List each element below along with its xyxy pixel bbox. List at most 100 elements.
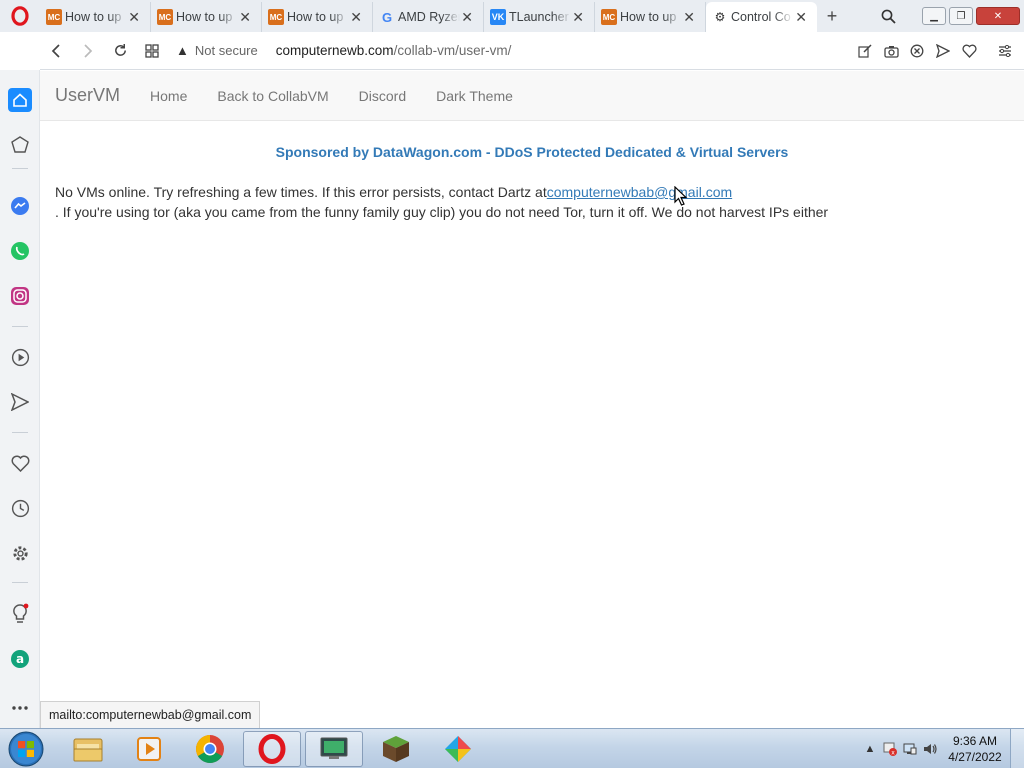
- browser-tab[interactable]: MC How to up ✕: [40, 2, 151, 32]
- tab-title: How to up: [176, 10, 233, 24]
- aria-icon: a: [11, 650, 29, 668]
- tab-strip: MC How to up ✕ MC How to up ✕ MC How to up ✕ G AMD…: [40, 0, 817, 32]
- error-message: No VMs online. Try refreshing a few time…: [55, 182, 1005, 222]
- google-favicon-icon: G: [381, 9, 393, 25]
- sidebar-messenger-button[interactable]: [8, 194, 32, 218]
- maximize-button[interactable]: ❐: [949, 7, 973, 25]
- web-page: UserVM Home Back to CollabVM Discord Dar…: [40, 71, 1024, 728]
- more-dots-icon: [12, 706, 28, 710]
- reload-button[interactable]: [104, 35, 136, 67]
- tab-bar: MC How to up ✕ MC How to up ✕ MC How to up ✕ G AMD…: [0, 0, 1024, 32]
- edit-button[interactable]: [852, 38, 878, 64]
- new-tab-button[interactable]: +: [817, 1, 847, 31]
- sponsor-link[interactable]: Sponsored by DataWagon.com - DDoS Protec…: [40, 144, 1024, 160]
- camera-icon: [883, 45, 899, 58]
- play-icon: [11, 348, 29, 366]
- grid-icon: [145, 43, 159, 58]
- folder-icon: [73, 738, 103, 762]
- sidebar-history-button[interactable]: [8, 496, 32, 520]
- taskbar-explorer-button[interactable]: [59, 731, 117, 767]
- taskbar-clock[interactable]: 9:36 AM 4/27/2022: [940, 733, 1010, 765]
- flow-send-icon: [11, 393, 29, 411]
- nav-link-back-to-collabvm[interactable]: Back to CollabVM: [217, 88, 328, 104]
- security-text: Not secure: [194, 43, 258, 58]
- tab-title: AMD Ryzen: [398, 10, 460, 24]
- sidebar-extensions-button[interactable]: [8, 133, 32, 157]
- contact-email-link[interactable]: computernewbab@gmail.com: [547, 184, 732, 200]
- browser-tab[interactable]: G AMD Ryzen ✕: [373, 2, 484, 32]
- taskbar-opera-button[interactable]: [243, 731, 301, 767]
- sidebar-instagram-button[interactable]: [8, 284, 32, 308]
- url-field[interactable]: computernewb.com/collab-vm/user-vm/: [276, 43, 512, 58]
- bookmark-button[interactable]: [956, 38, 982, 64]
- minecraft-favicon-icon: MC: [46, 9, 62, 25]
- sidebar-home-button[interactable]: [8, 88, 32, 112]
- sidebar-player-button[interactable]: [8, 345, 32, 369]
- browser-tab[interactable]: ⚙ Control Co ✕: [706, 2, 817, 32]
- tab-close-icon[interactable]: ✕: [683, 9, 695, 26]
- block-icon: [910, 44, 924, 58]
- sidebar-settings-button[interactable]: [8, 541, 32, 565]
- mouse-pointer-icon: [674, 186, 688, 206]
- browser-tab[interactable]: VK TLauncher ✕: [484, 2, 595, 32]
- tab-close-icon[interactable]: ✕: [461, 9, 473, 26]
- sidebar-bookmarks-button[interactable]: [8, 451, 32, 475]
- browser-tab[interactable]: MC How to up ✕: [262, 2, 373, 32]
- tab-close-icon[interactable]: ✕: [350, 9, 362, 26]
- taskbar-vm-button[interactable]: [305, 731, 363, 767]
- opera-logo-icon: [11, 6, 29, 26]
- nav-link-home[interactable]: Home: [150, 88, 187, 104]
- minimize-icon: ▁: [930, 10, 938, 22]
- messenger-icon: [11, 197, 29, 215]
- cube-icon: [11, 136, 29, 153]
- heart-outline-icon: [11, 454, 29, 472]
- sidebar-my-flow-button[interactable]: [8, 390, 32, 414]
- tab-close-icon[interactable]: ✕: [128, 9, 140, 26]
- speaker-icon: [924, 744, 937, 754]
- show-hidden-icons-button[interactable]: ▲: [860, 743, 880, 755]
- sidebar-more-button[interactable]: [8, 696, 32, 720]
- tab-close-icon[interactable]: ✕: [239, 9, 251, 26]
- sidebar-whatsapp-button[interactable]: [8, 239, 32, 263]
- send-button[interactable]: [930, 38, 956, 64]
- tab-close-icon[interactable]: ✕: [795, 9, 807, 26]
- window-close-button[interactable]: ✕: [976, 7, 1020, 25]
- network-button[interactable]: [900, 741, 920, 757]
- tab-close-icon[interactable]: ✕: [572, 9, 584, 26]
- tor-notice-text: . If you're using tor (aka you came from…: [55, 204, 829, 220]
- taskbar-tlauncher-button[interactable]: [429, 731, 487, 767]
- easy-setup-button[interactable]: [992, 38, 1018, 64]
- windows-taskbar: ▲ x 9:36 AM 4/27/2022: [0, 728, 1024, 768]
- instagram-icon: [11, 287, 29, 305]
- minecraft-favicon-icon: MC: [601, 9, 617, 25]
- tab-grid-button[interactable]: [136, 35, 168, 67]
- sidebar-tips-button[interactable]: [8, 602, 32, 626]
- media-player-icon: [137, 737, 161, 761]
- heart-icon: [961, 44, 977, 58]
- tab-title: How to up: [65, 10, 122, 24]
- forward-button[interactable]: [72, 35, 104, 67]
- action-center-button[interactable]: x: [880, 741, 900, 757]
- volume-button[interactable]: [920, 741, 940, 757]
- sidebar-aria-button[interactable]: a: [8, 647, 32, 671]
- tab-title: How to up: [620, 10, 677, 24]
- security-indicator[interactable]: ▲ Not secure: [176, 43, 258, 58]
- minimize-button[interactable]: ▁: [922, 7, 946, 25]
- taskbar-media-player-button[interactable]: [120, 731, 178, 767]
- adblock-button[interactable]: [904, 38, 930, 64]
- show-desktop-button[interactable]: [1010, 729, 1024, 768]
- minecraft-block-icon: [383, 736, 409, 762]
- snapshot-button[interactable]: [878, 38, 904, 64]
- taskbar-chrome-button[interactable]: [181, 731, 239, 767]
- back-button[interactable]: [40, 35, 72, 67]
- browser-tab[interactable]: MC How to up ✕: [151, 2, 262, 32]
- back-arrow-icon: [51, 43, 60, 58]
- nav-link-discord[interactable]: Discord: [359, 88, 406, 104]
- opera-menu-button[interactable]: [0, 0, 40, 32]
- start-button[interactable]: [6, 730, 46, 768]
- taskbar-minecraft-button[interactable]: [367, 731, 425, 767]
- browser-tab[interactable]: MC How to up ✕: [595, 2, 706, 32]
- site-brand-link[interactable]: UserVM: [55, 85, 120, 106]
- tab-search-button[interactable]: [873, 9, 903, 24]
- nav-link-dark-theme[interactable]: Dark Theme: [436, 88, 513, 104]
